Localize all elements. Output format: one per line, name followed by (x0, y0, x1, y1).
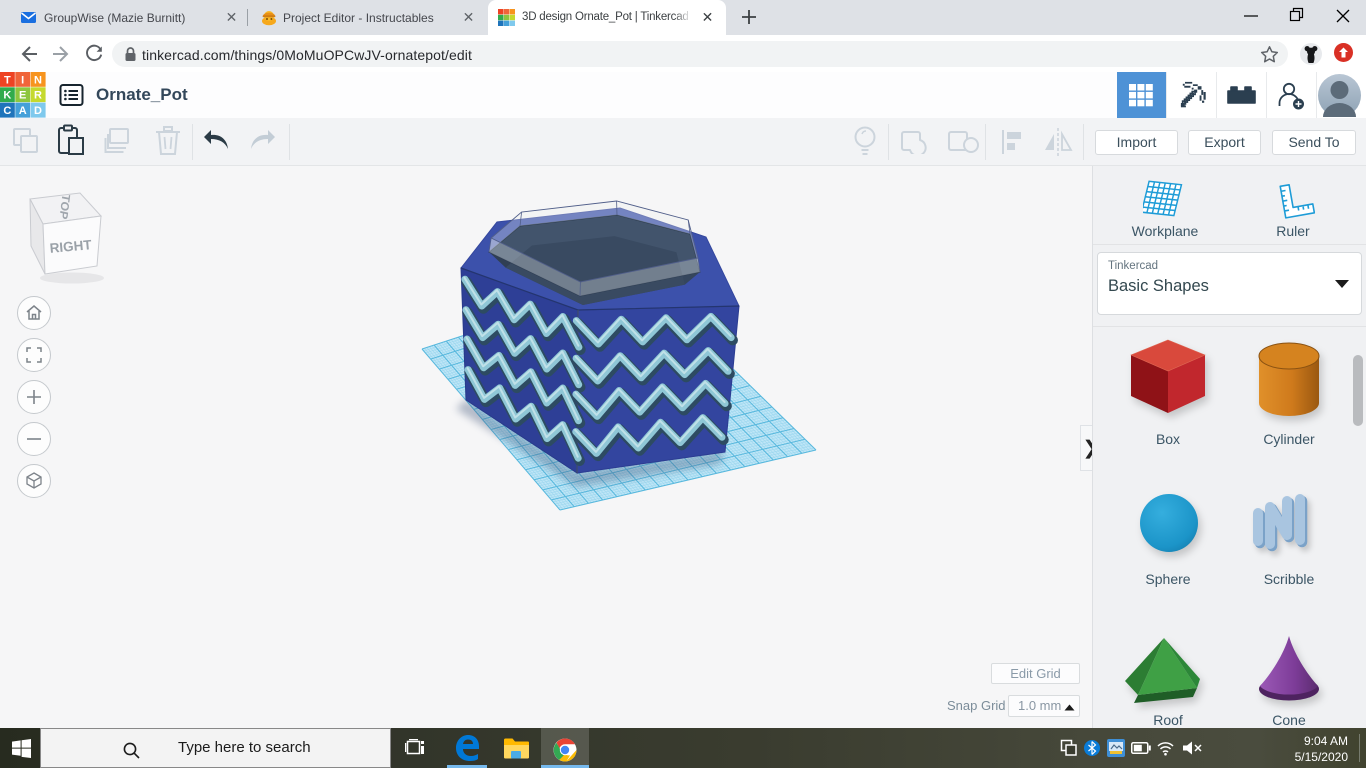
svg-text:D: D (34, 105, 42, 117)
svg-text:N: N (34, 74, 42, 86)
svg-text:A: A (19, 105, 27, 117)
svg-text:R: R (34, 90, 42, 102)
svg-text:T: T (4, 74, 11, 86)
svg-text:K: K (3, 90, 11, 102)
svg-text:C: C (3, 105, 11, 117)
svg-text:E: E (19, 90, 26, 102)
svg-text:I: I (21, 74, 24, 86)
